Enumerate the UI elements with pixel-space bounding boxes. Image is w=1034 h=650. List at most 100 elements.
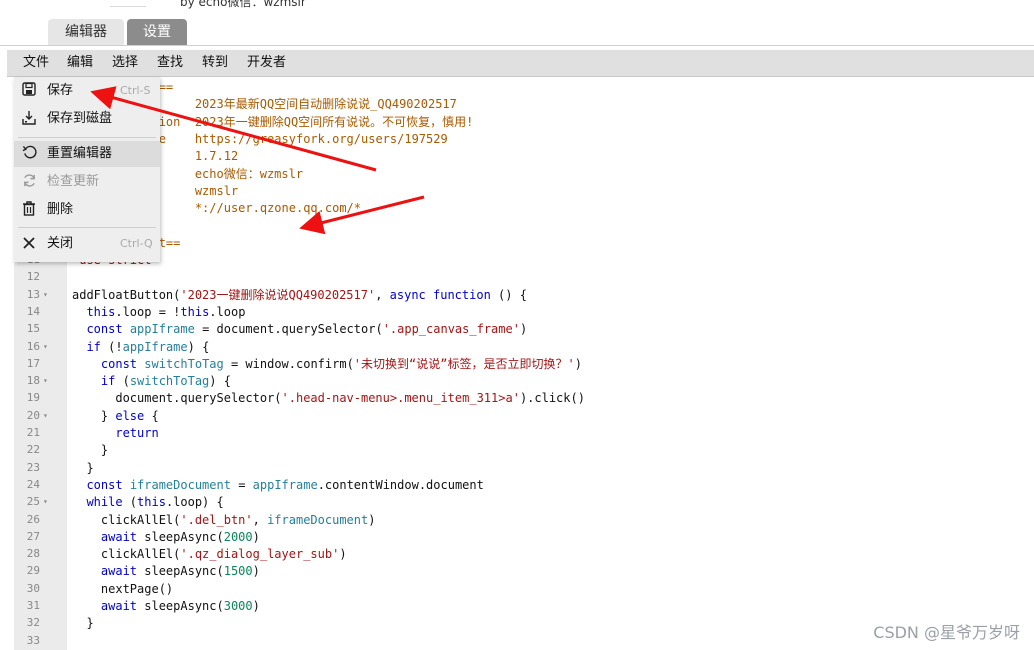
- line-number: 24: [14, 476, 67, 494]
- code-token: this: [180, 304, 210, 319]
- code-line: addFloatButton('2023一键删除说说QQ490202517', …: [72, 286, 527, 304]
- code-line: const iframeDocument = appIframe.content…: [72, 476, 483, 494]
- line-number-text: 24: [26, 477, 40, 491]
- code-line: const appIframe = document.querySelector…: [72, 320, 527, 338]
- tab-editor[interactable]: 编辑器: [48, 19, 124, 45]
- code-token: iframeDocument: [267, 512, 369, 527]
- line-number-text: 23: [26, 460, 40, 474]
- download-icon: [20, 110, 38, 128]
- line-number: 13 ▾: [14, 286, 67, 304]
- menu-item-delete[interactable]: 删除: [14, 197, 160, 223]
- code-token: while: [86, 495, 123, 510]
- line-number: 33: [14, 632, 67, 650]
- code-token: ): [519, 322, 528, 337]
- line-number-text: 33: [26, 633, 40, 647]
- code-token: {: [144, 408, 159, 423]
- line-number: 31: [14, 597, 67, 615]
- menu-item-check-updates: 检查更新: [14, 169, 160, 195]
- code-token: '.qz_dialog_layer_sub': [180, 547, 340, 562]
- line-number: 15: [14, 320, 67, 338]
- line-number-text: 31: [26, 599, 40, 612]
- line-number-text: 20: [26, 408, 40, 422]
- line-number: 18 ▾: [14, 372, 67, 390]
- menu-item-check-updates-label: 检查更新: [47, 174, 100, 189]
- code-line: clickAllEl('.del_btn', iframeDocument): [72, 511, 376, 529]
- script-thumbnail: [110, 0, 146, 7]
- code-token: *://user.qzone.qq.com/*: [194, 201, 361, 216]
- code-token: '.del_btn': [180, 512, 253, 527]
- fold-toggle-icon[interactable]: ▾: [43, 286, 48, 304]
- code-token: }: [72, 616, 94, 631]
- line-number-text: 30: [26, 581, 40, 595]
- code-token: echo微信：wzmslr: [194, 166, 304, 181]
- line-number-text: 18: [26, 374, 40, 388]
- code-area[interactable]: ==UserScript==// @name 2023年最新QQ空间自动删除说说…: [72, 77, 1034, 650]
- menu-goto[interactable]: 转到: [202, 50, 228, 76]
- code-token: .loop: [209, 304, 246, 319]
- code-token: clickAllEl(: [72, 547, 181, 562]
- code-token: 2023年最新QQ空间自动删除说说_QQ490202517: [194, 97, 457, 112]
- line-number: 28: [14, 545, 67, 563]
- code-line: await sleepAsync(2000): [72, 528, 260, 546]
- menu-item-close[interactable]: 关闭 Ctrl-Q: [14, 231, 160, 257]
- line-number: 27: [14, 528, 67, 546]
- code-line: await sleepAsync(3000): [72, 597, 260, 615]
- code-token: sleepAsync(: [137, 564, 224, 579]
- menu-developer[interactable]: 开发者: [247, 50, 286, 76]
- code-token: sleepAsync(: [137, 599, 224, 613]
- code-token: clickAllEl(: [72, 512, 181, 527]
- code-token: 3000: [223, 599, 253, 613]
- code-line: } else {: [72, 407, 159, 425]
- code-token: ,: [252, 512, 268, 527]
- code-line: clickAllEl('.qz_dialog_layer_sub'): [72, 545, 347, 563]
- code-token: this: [86, 304, 116, 319]
- file-menu-dropdown: 保存 Ctrl-S 保存到磁盘 重置编辑器 检查更新 删除 关闭 Ctrl-Q: [14, 77, 160, 262]
- code-token: ): [339, 547, 347, 562]
- code-token: = window.confirm(: [223, 356, 354, 371]
- code-line: nextPage(): [72, 580, 173, 598]
- menu-item-delete-label: 删除: [47, 202, 74, 217]
- line-number: 26: [14, 511, 67, 529]
- code-token: else: [115, 408, 145, 423]
- code-token: appIframe: [129, 322, 195, 337]
- menu-file[interactable]: 文件: [23, 50, 49, 76]
- code-token: ): [252, 564, 260, 579]
- code-line: }: [72, 459, 93, 477]
- code-token: (!: [100, 339, 123, 354]
- fold-toggle-icon[interactable]: ▾: [43, 493, 48, 511]
- line-number-text: 19: [26, 391, 40, 405]
- menu-select[interactable]: 选择: [112, 50, 138, 76]
- trash-icon: [20, 201, 38, 219]
- code-line: while (this.loop) {: [72, 493, 223, 511]
- code-token: const: [86, 477, 123, 492]
- code-token: return: [115, 426, 159, 440]
- line-number-text: 25: [26, 495, 40, 509]
- menu-item-save-to-disk[interactable]: 保存到磁盘: [14, 106, 160, 132]
- code-token: const: [86, 322, 123, 337]
- line-number-text: 12: [26, 270, 40, 284]
- code-token: ): [252, 529, 260, 544]
- line-number-text: 27: [26, 529, 40, 543]
- menu-item-reset-editor[interactable]: 重置编辑器: [14, 141, 160, 167]
- line-number-text: 26: [26, 512, 40, 526]
- tab-settings[interactable]: 设置: [127, 19, 187, 45]
- menu-edit[interactable]: 编辑: [67, 50, 93, 76]
- fold-toggle-icon[interactable]: ▾: [43, 407, 48, 425]
- code-line: const switchToTag = window.confirm('未切换到…: [72, 355, 582, 373]
- code-token: }: [72, 408, 116, 423]
- code-editor[interactable]: 111213▾141516▾1718▾1920▾2122232425▾26272…: [14, 77, 1034, 650]
- menu-item-save[interactable]: 保存 Ctrl-S: [14, 78, 160, 104]
- fold-toggle-icon[interactable]: ▾: [43, 338, 48, 356]
- fold-toggle-icon[interactable]: ▾: [43, 372, 48, 390]
- save-icon: [20, 82, 38, 100]
- menu-find[interactable]: 查找: [157, 50, 183, 76]
